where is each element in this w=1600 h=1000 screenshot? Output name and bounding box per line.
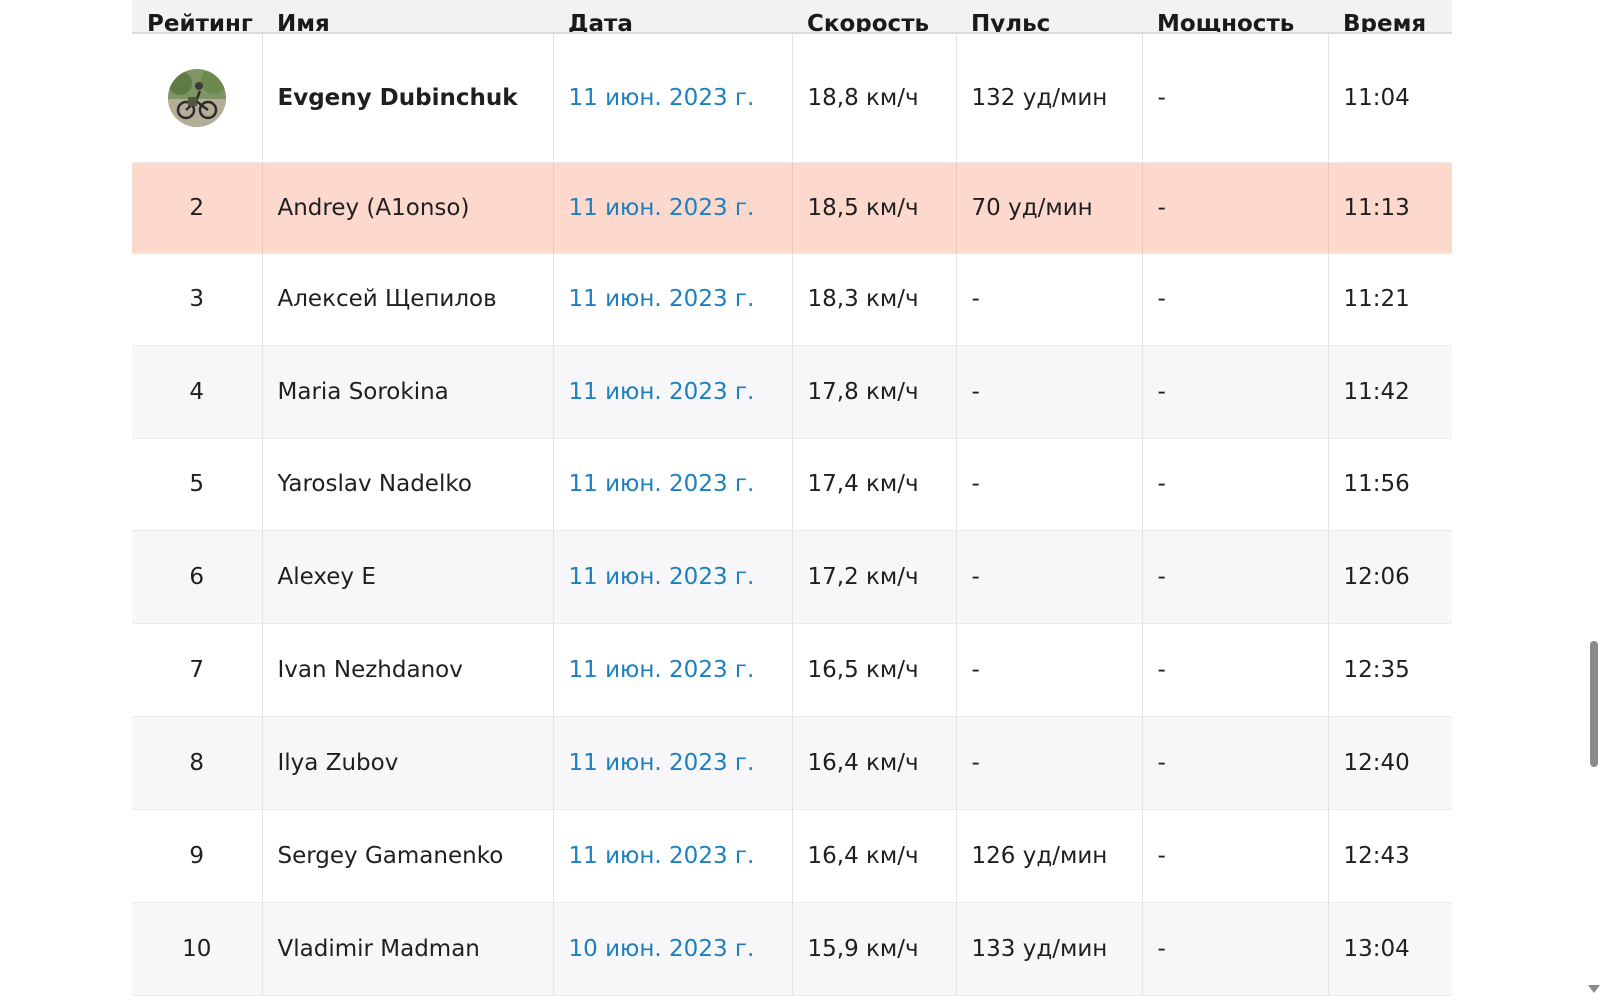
rank-cell xyxy=(132,33,263,162)
time-cell: 11:21 xyxy=(1343,286,1410,312)
vertical-scrollbar[interactable] xyxy=(1586,0,1600,1000)
leaderboard-page: Рейтинг Имя Дата Скорость Пульс Мощность… xyxy=(0,0,1600,1000)
speed-cell: 18,8 км/ч xyxy=(792,33,957,162)
time-cell: 11:04 xyxy=(1343,84,1410,111)
heart-rate-cell: 126 уд/мин xyxy=(956,809,1143,902)
avatar-photo-icon[interactable] xyxy=(167,68,226,127)
power-cell: - xyxy=(1142,438,1329,530)
leaderboard-table-container: Рейтинг Имя Дата Скорость Пульс Мощность… xyxy=(132,0,1452,996)
athlete-name[interactable]: Alexey E xyxy=(262,530,554,623)
time-cell: 12:40 xyxy=(1343,749,1410,776)
rank-cell: 4 xyxy=(132,345,263,438)
rank-cell: 6 xyxy=(132,530,263,623)
athlete-name[interactable]: Sergey Gamanenko xyxy=(262,809,554,902)
time-cell: 11:42 xyxy=(1343,378,1410,405)
heart-rate-cell: - xyxy=(956,438,1143,530)
speed-cell: 16,4 км/ч xyxy=(792,716,957,809)
speed-cell: 17,8 км/ч xyxy=(792,345,957,438)
rank-cell: 10 xyxy=(132,902,263,995)
athlete-name[interactable]: Evgeny Dubinchuk xyxy=(262,33,554,162)
date-link[interactable]: 11 июн. 2023 г. xyxy=(553,345,793,438)
table-row[interactable]: 6 Alexey E 11 июн. 2023 г. 17,2 км/ч - -… xyxy=(132,530,1452,623)
table-row[interactable]: 5 Yaroslav Nadelko 11 июн. 2023 г. 17,4 … xyxy=(132,438,1452,530)
power-cell: - xyxy=(1142,716,1329,809)
leaderboard-table: Рейтинг Имя Дата Скорость Пульс Мощность… xyxy=(132,0,1452,996)
rank-cell: 9 xyxy=(132,809,263,902)
date-link[interactable]: 10 июн. 2023 г. xyxy=(553,902,793,995)
heart-rate-cell: - xyxy=(956,623,1143,716)
speed-cell: 16,4 км/ч xyxy=(792,809,957,902)
power-cell: - xyxy=(1142,345,1329,438)
date-link[interactable]: 11 июн. 2023 г. xyxy=(553,33,793,162)
header-time[interactable]: Время xyxy=(1328,0,1452,34)
athlete-name[interactable]: Алексей Щепилов xyxy=(262,253,554,345)
time-cell: 11:56 xyxy=(1343,471,1410,497)
athlete-name[interactable]: Andrey (A1onso) xyxy=(262,162,554,253)
heart-rate-cell: 70 уд/мин xyxy=(956,162,1143,253)
athlete-name[interactable]: Vladimir Madman xyxy=(262,902,554,995)
athlete-name[interactable]: Maria Sorokina xyxy=(262,345,554,438)
header-speed[interactable]: Скорость xyxy=(792,0,956,34)
speed-cell: 16,5 км/ч xyxy=(792,623,957,716)
speed-cell: 15,9 км/ч xyxy=(792,902,957,995)
scroll-down-arrow-icon[interactable] xyxy=(1588,985,1600,993)
heart-rate-cell: - xyxy=(956,253,1143,345)
header-name[interactable]: Имя xyxy=(262,0,553,34)
table-row[interactable]: 4 Maria Sorokina 11 июн. 2023 г. 17,8 км… xyxy=(132,345,1452,438)
date-link[interactable]: 11 июн. 2023 г. xyxy=(553,162,793,253)
rank-cell: 2 xyxy=(132,162,263,253)
table-row[interactable]: 9 Sergey Gamanenko 11 июн. 2023 г. 16,4 … xyxy=(132,809,1452,902)
power-cell: - xyxy=(1142,623,1329,716)
heart-rate-cell: - xyxy=(956,716,1143,809)
power-cell: - xyxy=(1142,530,1329,623)
table-row[interactable]: 7 Ivan Nezhdanov 11 июн. 2023 г. 16,5 км… xyxy=(132,623,1452,716)
header-heart-rate[interactable]: Пульс xyxy=(956,0,1142,34)
header-date[interactable]: Дата xyxy=(553,0,792,34)
table-row[interactable]: Evgeny Dubinchuk 11 июн. 2023 г. 18,8 км… xyxy=(132,33,1452,162)
power-cell: - xyxy=(1142,33,1329,162)
heart-rate-cell: - xyxy=(956,345,1143,438)
athlete-name[interactable]: Ivan Nezhdanov xyxy=(262,623,554,716)
date-link[interactable]: 11 июн. 2023 г. xyxy=(553,716,793,809)
time-cell: 12:43 xyxy=(1343,842,1410,869)
power-cell: - xyxy=(1142,902,1329,995)
athlete-name[interactable]: Yaroslav Nadelko xyxy=(262,438,554,530)
athlete-name[interactable]: Ilya Zubov xyxy=(262,716,554,809)
rank-cell: 5 xyxy=(132,438,263,530)
table-header-row: Рейтинг Имя Дата Скорость Пульс Мощность… xyxy=(132,0,1452,33)
rank-cell: 8 xyxy=(132,716,263,809)
header-rank[interactable]: Рейтинг xyxy=(132,0,262,34)
time-cell: 12:35 xyxy=(1343,656,1410,683)
date-link[interactable]: 11 июн. 2023 г. xyxy=(553,438,793,530)
date-link[interactable]: 11 июн. 2023 г. xyxy=(553,809,793,902)
date-link[interactable]: 11 июн. 2023 г. xyxy=(553,530,793,623)
table-row[interactable]: 8 Ilya Zubov 11 июн. 2023 г. 16,4 км/ч -… xyxy=(132,716,1452,809)
scrollbar-thumb[interactable] xyxy=(1590,641,1598,767)
header-power[interactable]: Мощность xyxy=(1142,0,1328,34)
rank-cell: 3 xyxy=(132,253,263,345)
heart-rate-cell: 132 уд/мин xyxy=(956,33,1143,162)
time-cell: 13:04 xyxy=(1343,935,1410,962)
power-cell: - xyxy=(1142,253,1329,345)
heart-rate-cell: - xyxy=(956,530,1143,623)
date-link[interactable]: 11 июн. 2023 г. xyxy=(553,253,793,345)
time-cell: 12:06 xyxy=(1343,563,1410,590)
rank-cell: 7 xyxy=(132,623,263,716)
speed-cell: 17,4 км/ч xyxy=(792,438,957,530)
speed-cell: 18,3 км/ч xyxy=(792,253,957,345)
table-row-highlighted[interactable]: 2 Andrey (A1onso) 11 июн. 2023 г. 18,5 к… xyxy=(132,162,1452,253)
speed-cell: 18,5 км/ч xyxy=(792,162,957,253)
table-row[interactable]: 10 Vladimir Madman 10 июн. 2023 г. 15,9 … xyxy=(132,902,1452,995)
power-cell: - xyxy=(1142,809,1329,902)
speed-cell: 17,2 км/ч xyxy=(792,530,957,623)
date-link[interactable]: 11 июн. 2023 г. xyxy=(553,623,793,716)
table-row[interactable]: 3 Алексей Щепилов 11 июн. 2023 г. 18,3 к… xyxy=(132,253,1452,345)
power-cell: - xyxy=(1142,162,1329,253)
time-cell: 11:13 xyxy=(1343,194,1410,221)
heart-rate-cell: 133 уд/мин xyxy=(956,902,1143,995)
